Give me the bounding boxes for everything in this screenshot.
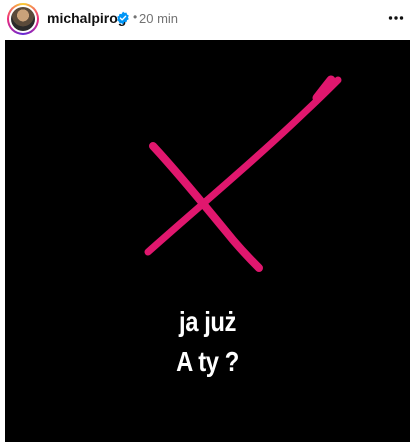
mark-stroke-tail [312,75,336,103]
verified-badge-icon [117,11,129,25]
mark-stroke-long [144,76,342,256]
username[interactable]: michalpirog [47,10,126,26]
post-header: michalpirog • 20 min [0,0,410,40]
avatar-photo [11,7,35,31]
post-text-line2: A ty ? [176,346,239,377]
avatar[interactable] [9,5,37,33]
post-image[interactable]: ja już A ty ? [5,40,410,442]
separator-dot: • [133,10,138,24]
post-time[interactable]: 20 min [139,11,178,26]
post-text-line1: ja już [179,306,236,337]
story-ring[interactable] [7,3,39,35]
ballot-x-mark [144,75,342,272]
more-options-icon[interactable] [388,10,404,26]
